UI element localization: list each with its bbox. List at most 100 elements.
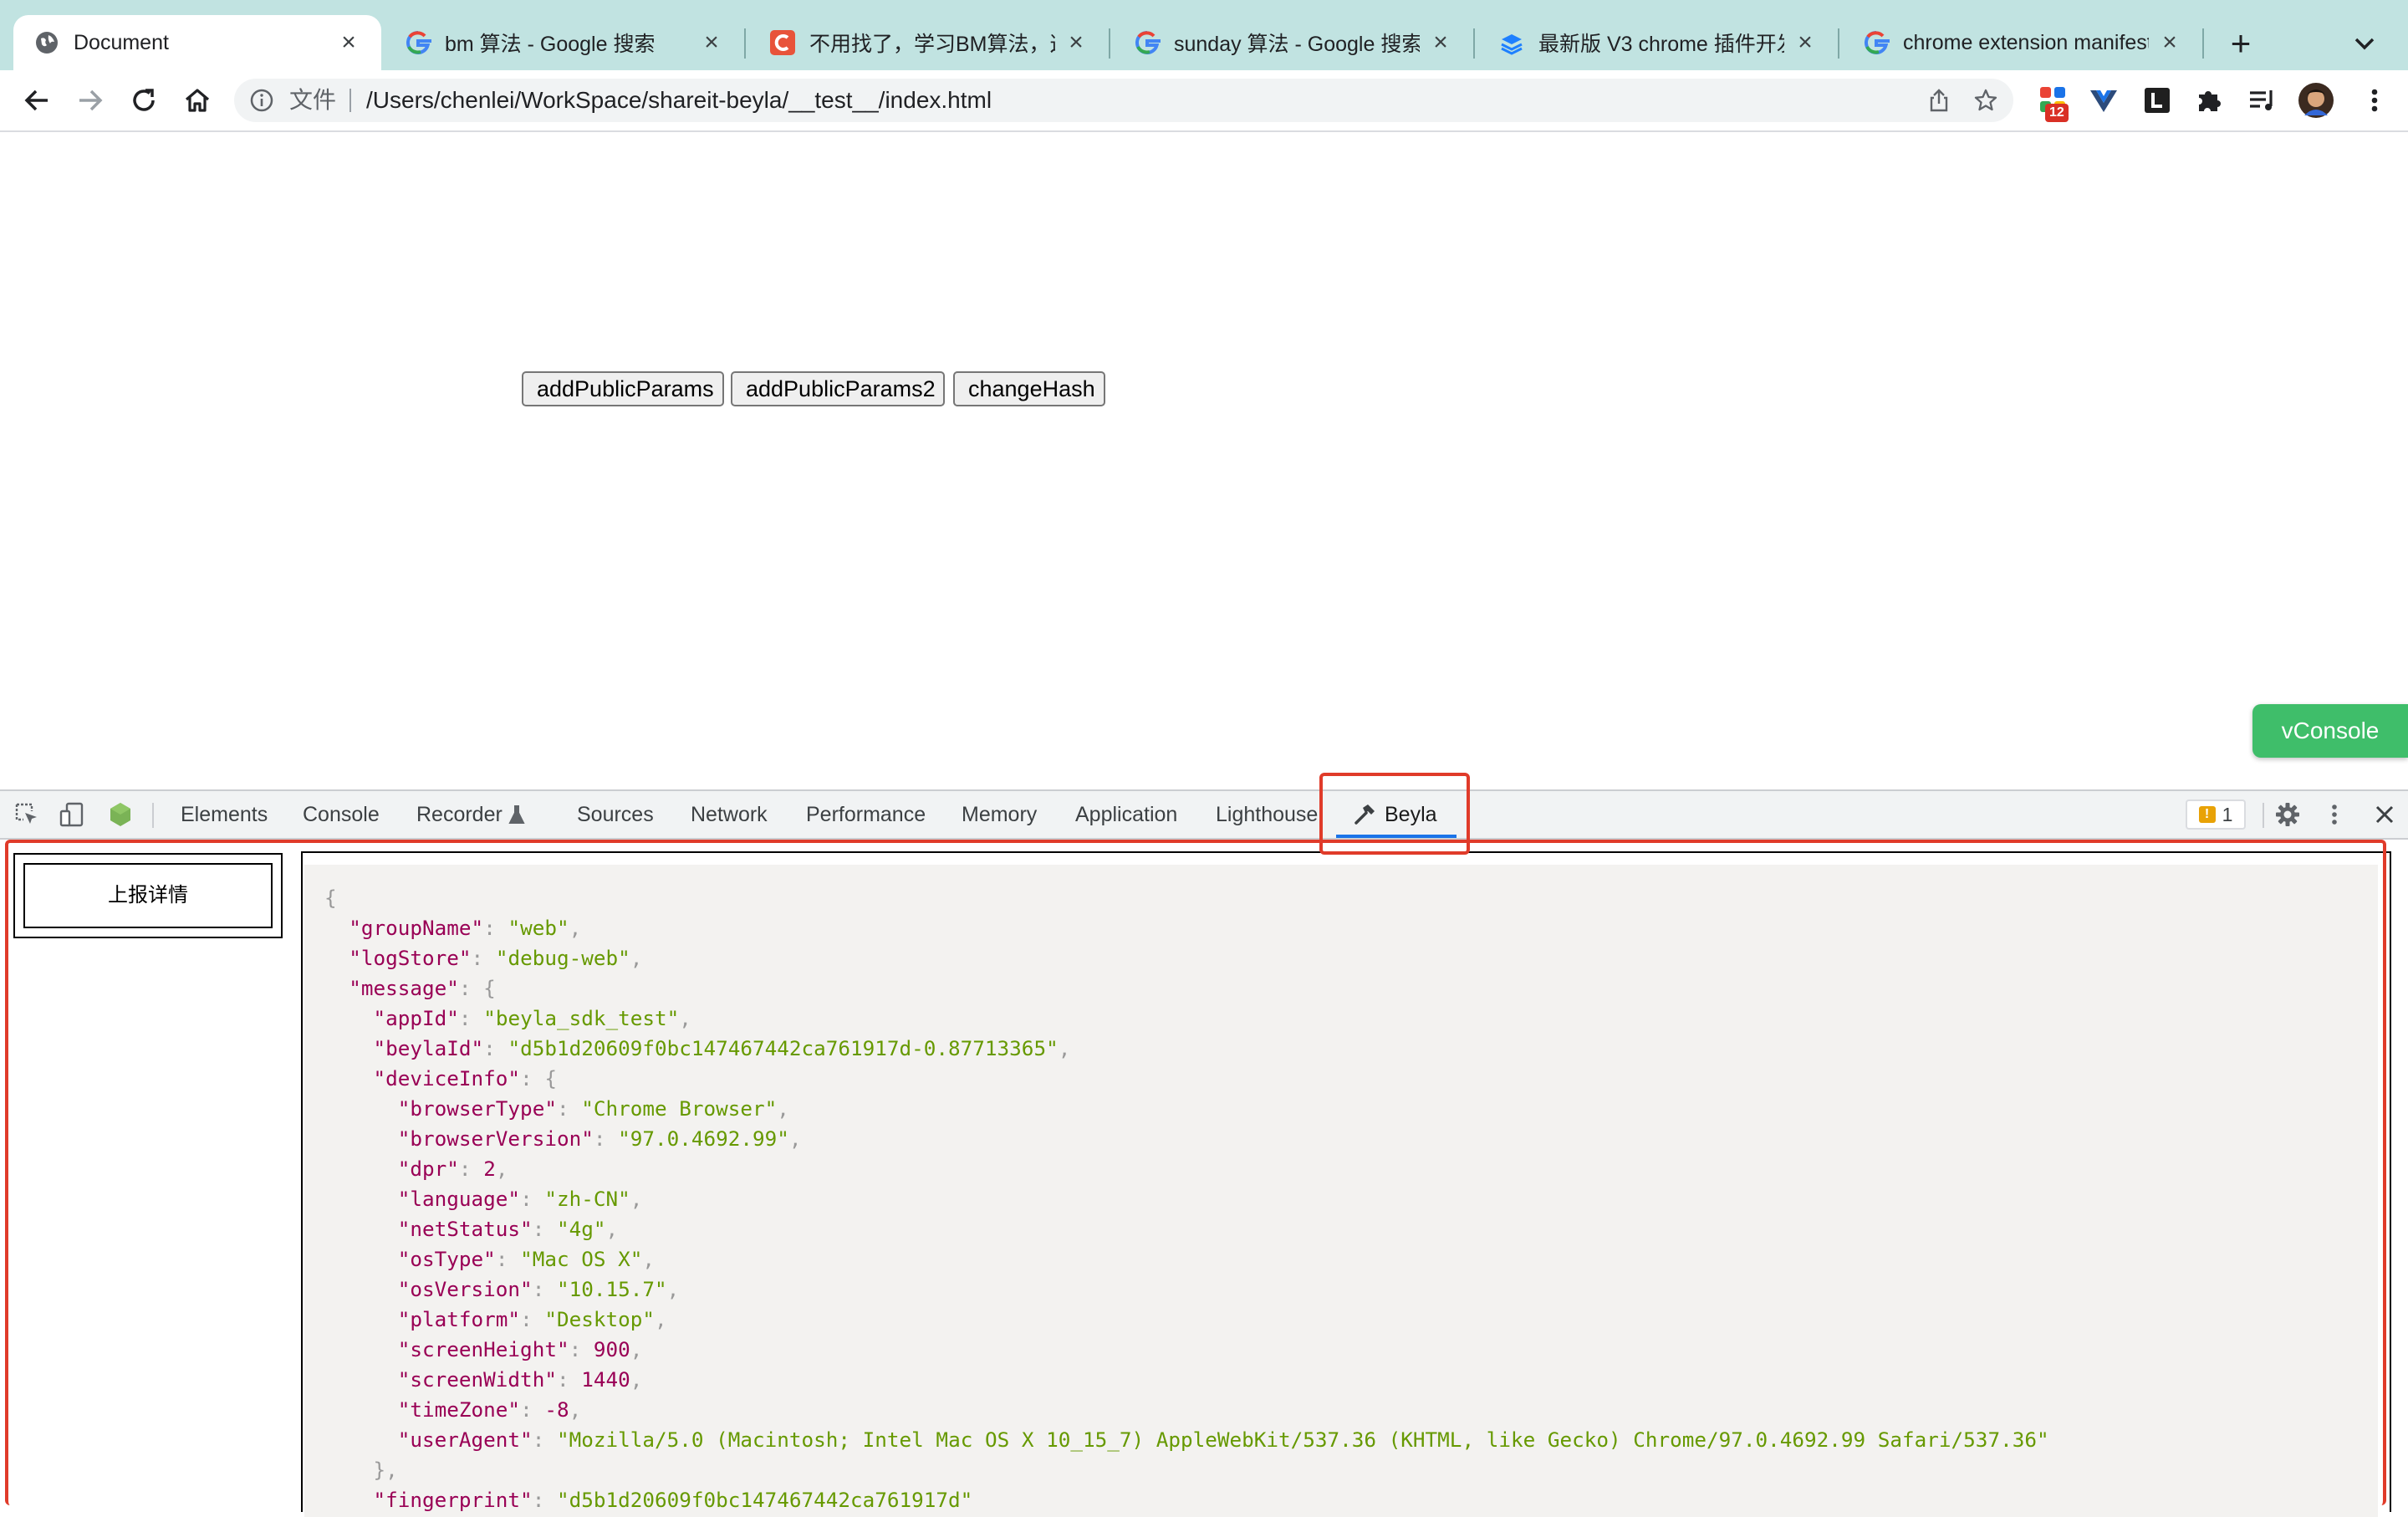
json-line: "browserType": "Chrome Browser", <box>324 1094 2049 1124</box>
address-bar[interactable]: 文件 /Users/chenlei/WorkSpace/shareit-beyl… <box>234 79 2013 122</box>
json-line: "osType": "Mac OS X", <box>324 1244 2049 1274</box>
json-token: : <box>520 1307 545 1331</box>
tab-manifest-search[interactable]: chrome extension manifest × <box>1843 15 2202 70</box>
json-line: "timeZone": -8, <box>324 1395 2049 1425</box>
devtools-tab-application[interactable]: Application <box>1075 791 1177 838</box>
add-public-params-button[interactable]: addPublicParams <box>522 371 724 406</box>
tab-title: 最新版 V3 chrome 插件开发 <box>1538 33 1784 56</box>
json-token: 900 <box>593 1337 630 1361</box>
extension-l-icon[interactable] <box>2139 82 2176 119</box>
devtools-tab-network[interactable]: Network <box>691 791 768 838</box>
google-icon <box>1863 29 1890 56</box>
reload-button[interactable] <box>122 79 166 122</box>
extension-badge: 12 <box>2045 104 2069 122</box>
devtools-tab-sources[interactable]: Sources <box>577 791 654 838</box>
json-token: , <box>569 916 582 940</box>
devtools-tab-memory[interactable]: Memory <box>962 791 1037 838</box>
bookmark-star-icon[interactable] <box>1973 88 1998 113</box>
json-token: : <box>471 946 496 970</box>
json-line: "groupName": "web", <box>324 913 2049 943</box>
devtools-tab-console[interactable]: Console <box>303 791 380 838</box>
tab-sunday-search[interactable]: sunday 算法 - Google 搜索 × <box>1114 15 1473 70</box>
tab-separator <box>1109 28 1110 59</box>
tab-title: 不用找了，学习BM算法，这 <box>809 33 1055 56</box>
home-button[interactable] <box>176 79 219 122</box>
close-tab-icon[interactable]: × <box>1793 30 1818 55</box>
json-line: "userAgent": "Mozilla/5.0 (Macintosh; In… <box>324 1425 2049 1455</box>
back-button[interactable] <box>15 79 59 122</box>
settings-gear-icon[interactable] <box>2274 801 2301 828</box>
tab-strip: Document × bm 算法 - Google 搜索 × 不用找了，学习BM… <box>0 0 2408 70</box>
json-token: "screenWidth" <box>397 1367 557 1392</box>
json-token: "Mac OS X" <box>520 1247 643 1271</box>
json-token: "browserVersion" <box>397 1126 594 1151</box>
json-token: : <box>483 1036 508 1060</box>
json-token: { <box>324 886 337 910</box>
json-line: "language": "zh-CN", <box>324 1184 2049 1214</box>
change-hash-button[interactable]: changeHash <box>953 371 1105 406</box>
devtools-tab-performance[interactable]: Performance <box>806 791 926 838</box>
tab-document[interactable]: Document × <box>13 15 381 70</box>
devtools-tab-recorder[interactable]: Recorder <box>416 791 503 838</box>
issues-counter[interactable]: ! 1 <box>2186 799 2246 830</box>
close-tab-icon[interactable]: × <box>336 30 361 55</box>
tab-bm-article[interactable]: 不用找了，学习BM算法，这 × <box>749 15 1109 70</box>
devtools-more-icon[interactable] <box>2321 801 2348 828</box>
tab-search-chevron-icon[interactable] <box>2346 25 2383 62</box>
url-text[interactable]: /Users/chenlei/WorkSpace/shareit-beyla/_… <box>366 79 992 122</box>
reading-list-icon[interactable] <box>2244 82 2281 119</box>
json-token: , <box>777 1096 789 1121</box>
add-public-params2-button[interactable]: addPublicParams2 <box>731 371 945 406</box>
selected-tab-indicator <box>1336 835 1457 838</box>
tab-v3-chrome[interactable]: 最新版 V3 chrome 插件开发 × <box>1478 15 1838 70</box>
device-toolbar-icon[interactable] <box>59 801 85 828</box>
vconsole-button[interactable]: vConsole <box>2252 704 2408 758</box>
close-tab-icon[interactable]: × <box>1064 30 1089 55</box>
json-token: : { <box>520 1066 557 1091</box>
json-line: }, <box>324 1455 2049 1485</box>
more-menu-icon[interactable] <box>2356 82 2393 119</box>
json-token: , <box>679 1006 691 1030</box>
devtools-tab-beyla[interactable]: Beyla <box>1385 791 1437 838</box>
devtools-tab-elements[interactable]: Elements <box>181 791 268 838</box>
extensions-puzzle-icon[interactable] <box>2191 82 2227 119</box>
json-token: "osType" <box>397 1247 496 1271</box>
json-token: "appId" <box>373 1006 459 1030</box>
tab-bm-search[interactable]: bm 算法 - Google 搜索 × <box>385 15 744 70</box>
json-token: : <box>458 1006 484 1030</box>
omnibox-separator <box>349 89 351 112</box>
json-line: "platform": "Desktop", <box>324 1305 2049 1335</box>
info-icon[interactable] <box>249 88 274 113</box>
avatar[interactable] <box>2298 82 2334 119</box>
devtools-separator <box>152 803 154 828</box>
json-token: , <box>605 1217 619 1241</box>
json-token: : { <box>458 976 496 1000</box>
close-devtools-icon[interactable] <box>2371 801 2398 828</box>
json-line: { <box>324 883 2049 913</box>
report-details-button[interactable]: 上报详情 <box>23 863 273 928</box>
new-tab-button[interactable]: + <box>2222 25 2259 62</box>
json-token: : <box>520 1187 545 1211</box>
node-hexagon-icon[interactable] <box>107 801 134 828</box>
globe-icon <box>33 29 60 56</box>
share-icon[interactable] <box>1926 88 1951 113</box>
json-token: "beyla_sdk_test" <box>483 1006 680 1030</box>
forward-button[interactable] <box>69 79 112 122</box>
tab-separator <box>1838 28 1839 59</box>
beyla-panel: 上报详情 { "groupName": "web", "logStore": "… <box>0 840 2408 1517</box>
csdn-icon <box>769 29 796 56</box>
json-token: , <box>630 1337 643 1361</box>
json-token: "beylaId" <box>373 1036 484 1060</box>
json-token: "message" <box>349 976 459 1000</box>
inspect-element-icon[interactable] <box>13 801 40 828</box>
json-token: : <box>556 1367 582 1392</box>
vue-devtools-icon[interactable] <box>2085 82 2122 119</box>
close-tab-icon[interactable]: × <box>2157 30 2182 55</box>
close-tab-icon[interactable]: × <box>1428 30 1453 55</box>
json-token: }, <box>324 1458 398 1482</box>
close-tab-icon[interactable]: × <box>699 30 724 55</box>
devtools-tab-lighthouse[interactable]: Lighthouse <box>1216 791 1318 838</box>
